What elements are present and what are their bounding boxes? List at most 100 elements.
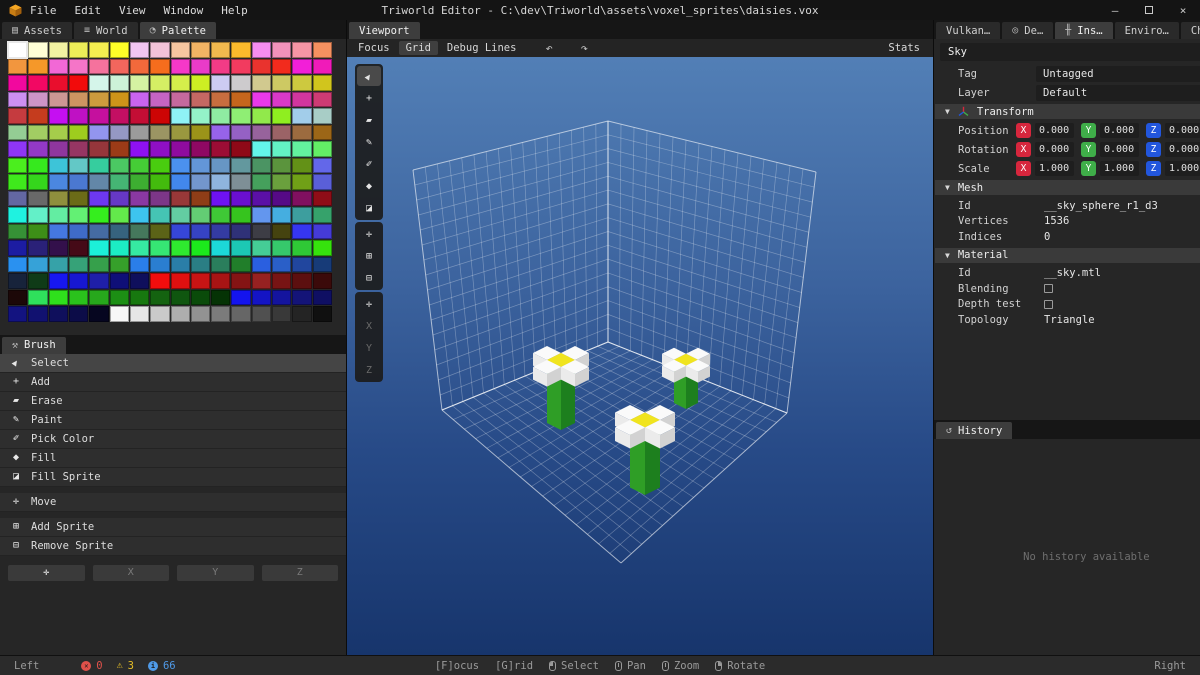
palette-color-143[interactable] (313, 174, 332, 190)
axis-button-z[interactable]: Z (262, 565, 339, 581)
palette-color-205[interactable] (272, 240, 291, 256)
palette-color-85[interactable] (110, 125, 129, 141)
palette-color-183[interactable] (150, 224, 169, 240)
tool-fill-sprite[interactable]: ◪Fill Sprite (0, 468, 346, 487)
palette-color-256[interactable] (8, 306, 27, 322)
tab-world[interactable]: ≡World (74, 22, 138, 39)
palette-color-37[interactable] (110, 75, 129, 91)
palette-color-76[interactable] (252, 108, 271, 124)
palette-color-162[interactable] (49, 207, 68, 223)
palette-color-137[interactable] (191, 174, 210, 190)
side-tool-fill[interactable]: ◆ (357, 176, 381, 196)
palette-color-115[interactable] (69, 158, 88, 174)
palette-color-179[interactable] (69, 224, 88, 240)
palette-color-208[interactable] (8, 257, 27, 273)
scale-x-value[interactable]: 1.000 (1035, 161, 1074, 176)
entity-name-field[interactable]: Sky (940, 43, 1200, 61)
palette-color-191[interactable] (313, 224, 332, 240)
tag-dropdown[interactable]: Untagged▼ (1036, 66, 1200, 82)
axis-button-y[interactable]: Y (177, 565, 254, 581)
palette-color-134[interactable] (130, 174, 149, 190)
palette-color-210[interactable] (49, 257, 68, 273)
side-tool-cursor[interactable]: ▶ (357, 66, 381, 86)
palette-color-84[interactable] (89, 125, 108, 141)
tab-viewport[interactable]: Viewport (349, 22, 420, 39)
palette-color-80[interactable] (8, 125, 27, 141)
palette-color-201[interactable] (191, 240, 210, 256)
palette-color-24[interactable] (171, 59, 190, 75)
palette-color-72[interactable] (171, 108, 190, 124)
palette-color-119[interactable] (150, 158, 169, 174)
palette-color-108[interactable] (252, 141, 271, 157)
palette-color-145[interactable] (28, 191, 47, 207)
palette-color-227[interactable] (69, 273, 88, 289)
palette-color-131[interactable] (69, 174, 88, 190)
palette-color-41[interactable] (191, 75, 210, 91)
palette-color-95[interactable] (313, 125, 332, 141)
palette-color-236[interactable] (252, 273, 271, 289)
palette-color-132[interactable] (89, 174, 108, 190)
palette-color-106[interactable] (211, 141, 230, 157)
palette-color-148[interactable] (89, 191, 108, 207)
palette-color-77[interactable] (272, 108, 291, 124)
axis-button-move[interactable]: ✛ (8, 565, 85, 581)
palette-color-78[interactable] (292, 108, 311, 124)
palette-color-11[interactable] (231, 42, 250, 58)
palette-color-126[interactable] (292, 158, 311, 174)
palette-color-49[interactable] (28, 92, 47, 108)
palette-color-263[interactable] (150, 306, 169, 322)
side-tool-square-plus[interactable]: ⊞ (357, 246, 381, 266)
palette-color-92[interactable] (252, 125, 271, 141)
palette-color-192[interactable] (8, 240, 27, 256)
side-axis-y[interactable]: Y (357, 338, 381, 358)
palette-color-241[interactable] (28, 290, 47, 306)
menu-file[interactable]: File (30, 4, 57, 17)
palette-color-161[interactable] (28, 207, 47, 223)
palette-color-69[interactable] (110, 108, 129, 124)
menu-window[interactable]: Window (164, 4, 204, 17)
palette-color-253[interactable] (272, 290, 291, 306)
palette-color-98[interactable] (49, 141, 68, 157)
palette-color-71[interactable] (150, 108, 169, 124)
tool-remove-sprite[interactable]: ⊟Remove Sprite (0, 537, 346, 556)
tool-add[interactable]: +Add (0, 373, 346, 392)
menu-help[interactable]: Help (221, 4, 248, 17)
palette-color-230[interactable] (130, 273, 149, 289)
palette-color-63[interactable] (313, 92, 332, 108)
palette-color-258[interactable] (49, 306, 68, 322)
palette-color-152[interactable] (171, 191, 190, 207)
palette-color-123[interactable] (231, 158, 250, 174)
palette-color-217[interactable] (191, 257, 210, 273)
palette-color-170[interactable] (211, 207, 230, 223)
palette-color-19[interactable] (69, 59, 88, 75)
palette-color-86[interactable] (130, 125, 149, 141)
palette-color-21[interactable] (110, 59, 129, 75)
palette-color-51[interactable] (69, 92, 88, 108)
palette-color-223[interactable] (313, 257, 332, 273)
palette-color-83[interactable] (69, 125, 88, 141)
palette-color-74[interactable] (211, 108, 230, 124)
palette-color-220[interactable] (252, 257, 271, 273)
scale-z-value[interactable]: 1.000 (1165, 161, 1200, 176)
palette-color-168[interactable] (171, 207, 190, 223)
palette-color-9[interactable] (191, 42, 210, 58)
palette-color-136[interactable] (171, 174, 190, 190)
palette-color-153[interactable] (191, 191, 210, 207)
minimize-button[interactable]: – (1098, 0, 1132, 20)
palette-color-94[interactable] (292, 125, 311, 141)
palette-color-141[interactable] (272, 174, 291, 190)
palette-color-267[interactable] (231, 306, 250, 322)
menu-view[interactable]: View (119, 4, 146, 17)
position-x-value[interactable]: 0.000 (1035, 123, 1074, 138)
palette-color-5[interactable] (110, 42, 129, 58)
palette-color-180[interactable] (89, 224, 108, 240)
palette-color-58[interactable] (211, 92, 230, 108)
palette-color-100[interactable] (89, 141, 108, 157)
palette-color-239[interactable] (313, 273, 332, 289)
tool-move[interactable]: ✛Move (0, 493, 346, 512)
palette-color-200[interactable] (171, 240, 190, 256)
palette-color-235[interactable] (231, 273, 250, 289)
palette-color-121[interactable] (191, 158, 210, 174)
palette-color-61[interactable] (272, 92, 291, 108)
palette-color-70[interactable] (130, 108, 149, 124)
